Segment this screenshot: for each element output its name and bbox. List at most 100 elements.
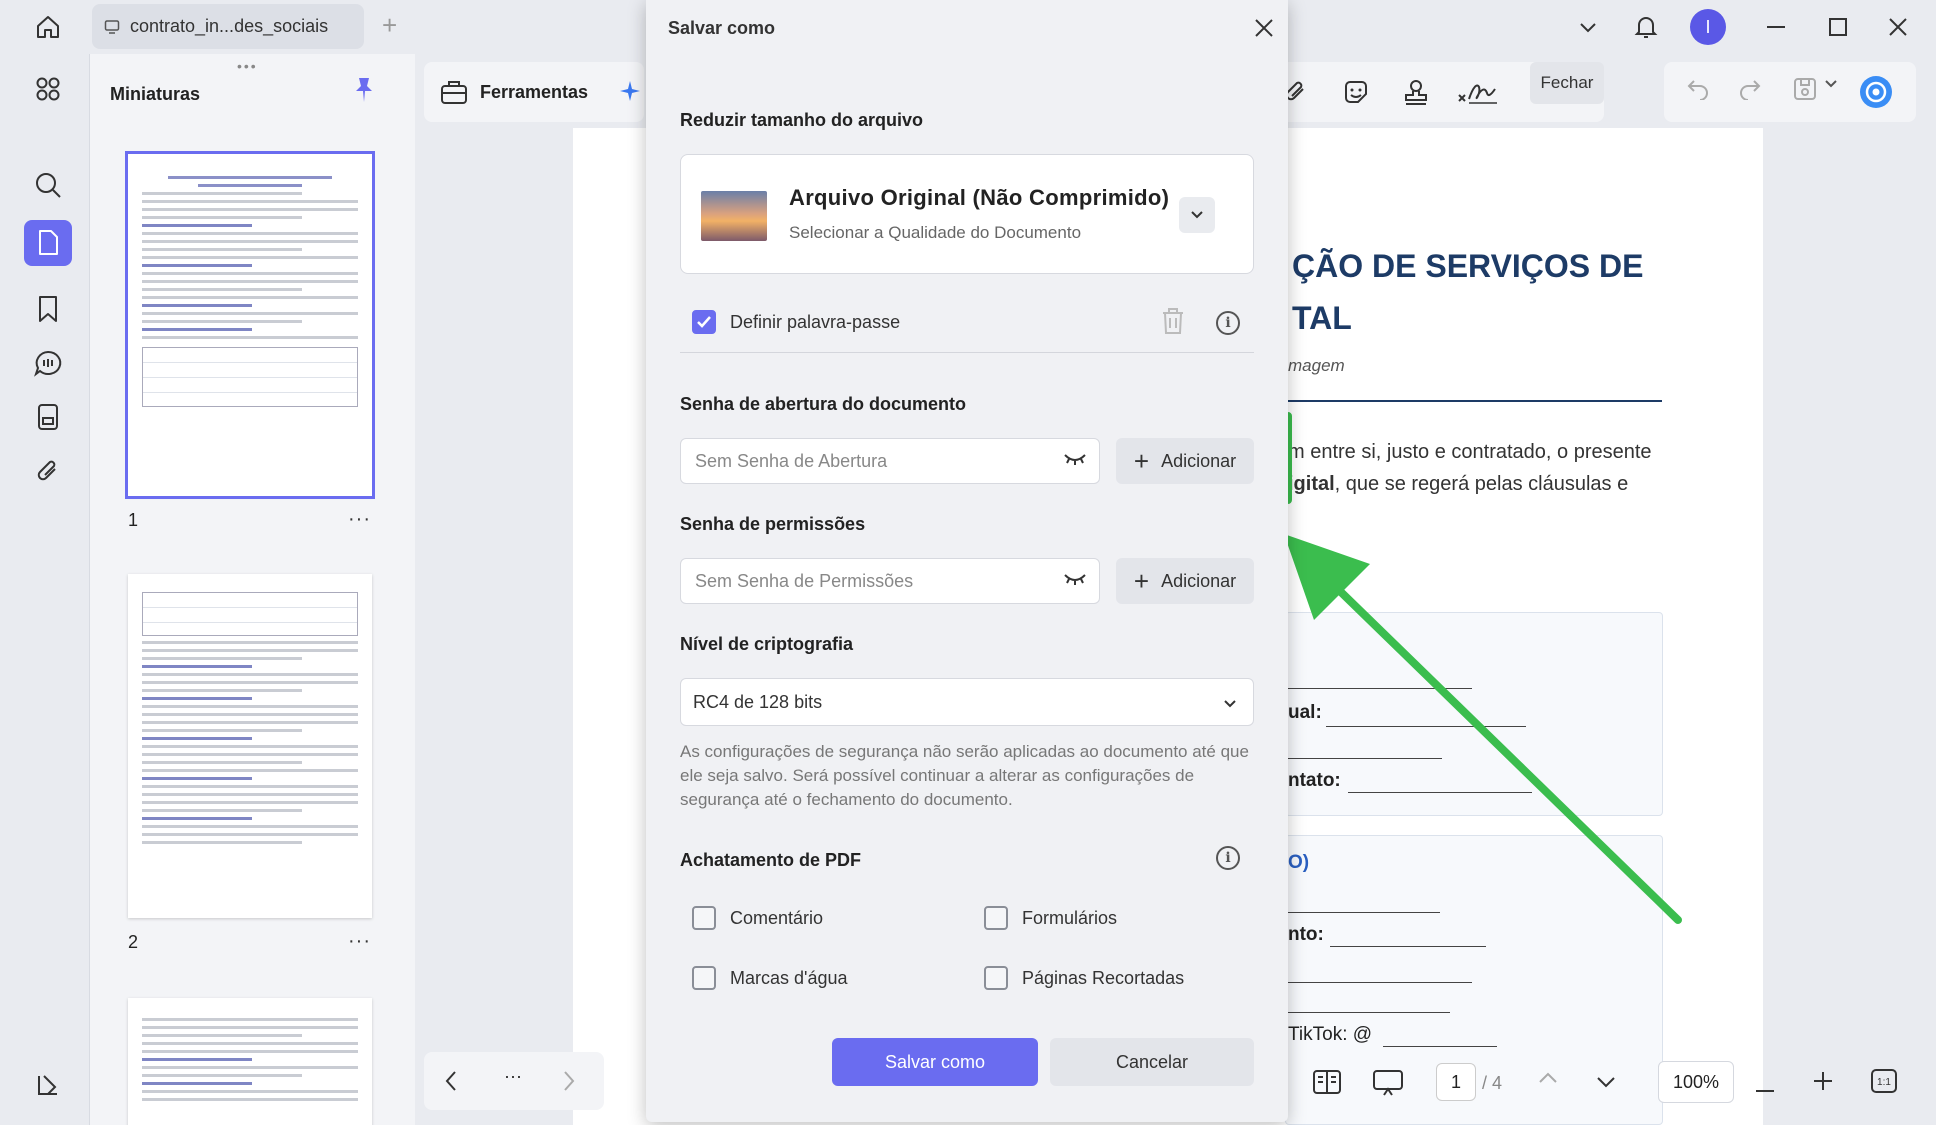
more-options-button[interactable]: ··· [348,930,371,953]
quality-thumbnail [701,191,767,241]
zoom-in-icon[interactable] [1812,1070,1834,1097]
trash-icon[interactable] [1160,306,1186,341]
checkbox-icon[interactable] [692,966,716,990]
page-thumbnail[interactable] [125,151,375,499]
thumbnails-panel: ••• Miniaturas 1 ··· 2 ··· [90,54,415,1125]
cancel-button[interactable]: Cancelar [1050,1038,1254,1086]
page-thumbnail[interactable] [128,574,372,918]
flatten-comment-checkbox[interactable]: Comentário [692,906,823,930]
minimize-icon[interactable] [1754,8,1798,46]
ai-sparkle-icon[interactable] [618,79,644,105]
document-tab[interactable]: contrato_in...des_sociais [92,4,364,49]
quality-selector[interactable]: Arquivo Original (Não Comprimido) Seleci… [680,154,1254,274]
sticker-icon[interactable] [1340,76,1372,108]
home-icon[interactable] [30,10,66,44]
thumbnails-icon[interactable] [24,220,72,266]
toolbox-icon[interactable] [440,79,468,105]
svg-text:1:1: 1:1 [1877,1077,1891,1088]
chevron-left-icon[interactable] [444,1070,458,1097]
new-tab-button[interactable]: + [382,12,397,38]
permissions-password-field[interactable]: Sem Senha de Permissões [680,558,1100,604]
signature-icon[interactable] [1456,76,1500,108]
open-password-field[interactable]: Sem Senha de Abertura [680,438,1100,484]
undo-icon[interactable] [1686,76,1710,105]
checkbox-checked-icon[interactable] [692,310,716,334]
add-label: Adicionar [1161,570,1237,591]
comment-icon[interactable] [24,340,72,386]
chevron-right-icon[interactable] [562,1070,576,1097]
plus-icon: + [1133,566,1150,596]
save-icon[interactable] [1792,76,1818,107]
page-thumbnail[interactable] [128,998,372,1125]
permissions-password-title: Senha de permissões [680,514,866,534]
flatten-watermarks-checkbox[interactable]: Marcas d'água [692,966,848,990]
form-icon[interactable] [24,394,72,440]
blank-line [1288,1012,1450,1013]
flatten-forms-checkbox[interactable]: Formulários [984,906,1117,930]
eye-closed-icon[interactable] [1063,451,1087,472]
blank-line [1288,982,1472,983]
eye-closed-icon[interactable] [1063,571,1087,592]
flatten-title: Achatamento de PDF [680,850,862,870]
flatten-option-label: Marcas d'água [730,967,848,988]
checkbox-icon[interactable] [984,906,1008,930]
set-password-checkbox[interactable]: Definir palavra-passe [692,310,900,334]
stamp-icon[interactable] [1400,76,1432,108]
presentation-icon[interactable] [1372,1068,1404,1103]
more-options-button[interactable]: ··· [348,508,371,531]
apps-grid-icon[interactable] [24,66,72,112]
close-document-button[interactable]: Fechar [1530,62,1604,104]
encryption-select[interactable]: RC4 de 128 bits [680,678,1254,726]
add-open-password-button[interactable]: + Adicionar [1116,438,1254,484]
document-subtitle: magem [1288,356,1345,375]
drag-handle[interactable]: ••• [237,58,258,74]
bell-icon[interactable] [1624,8,1668,46]
dual-page-icon[interactable] [1312,1068,1342,1101]
tools-toolbar: Ferramentas [424,62,644,122]
more-icon[interactable]: ··· [504,1066,522,1087]
chevron-down-icon[interactable] [1824,76,1844,94]
flatten-cropped-pages-checkbox[interactable]: Páginas Recortadas [984,966,1184,990]
checkbox-icon[interactable] [692,906,716,930]
search-icon[interactable] [24,162,72,208]
quality-subtitle: Selecionar a Qualidade do Documento [789,223,1082,242]
info-icon[interactable]: i [1216,846,1240,870]
window-close-icon[interactable] [1876,8,1920,46]
blank-line [1383,1046,1497,1047]
info-icon[interactable]: i [1216,311,1240,335]
encryption-value: RC4 de 128 bits [693,691,823,712]
plus-icon: + [1133,446,1150,476]
document-heading: ÇÃO DE SERVIÇOS DE TAL [1292,248,1644,336]
open-password-placeholder: Sem Senha de Abertura [695,450,888,471]
encryption-title: Nível de criptografia [680,634,854,654]
zoom-level[interactable]: 100% [1658,1061,1734,1103]
checkbox-icon[interactable] [984,966,1008,990]
ai-assistant-icon[interactable] [1858,74,1894,110]
attachment-icon[interactable] [24,448,72,494]
actual-size-icon[interactable]: 1:1 [1870,1068,1898,1099]
history-toolbar [1664,62,1916,122]
pin-icon[interactable] [352,76,376,109]
page-navigation: ··· [424,1052,604,1110]
add-permissions-password-button[interactable]: + Adicionar [1116,558,1254,604]
permissions-password-placeholder: Sem Senha de Permissões [695,570,914,591]
zoom-out-icon[interactable] [1754,1080,1776,1098]
redo-icon[interactable] [1738,76,1762,105]
page-number-input[interactable]: 1 [1436,1063,1476,1101]
close-icon[interactable] [1250,14,1278,42]
save-as-dialog: Salvar como Reduzir tamanho do arquivo A… [646,0,1288,1122]
set-password-label: Definir palavra-passe [730,311,901,332]
reduce-size-title: Reduzir tamanho do arquivo [680,110,924,130]
save-as-button[interactable]: Salvar como [832,1038,1038,1086]
tools-label[interactable]: Ferramentas [480,82,588,103]
chevron-down-icon[interactable] [1566,8,1610,46]
layers-icon[interactable] [24,1062,72,1108]
form-field-label: TikTok: @ [1288,1024,1373,1045]
avatar[interactable]: I [1690,9,1726,45]
chevron-down-icon[interactable] [1596,1076,1616,1095]
maximize-icon[interactable] [1816,8,1860,46]
chevron-up-icon[interactable] [1538,1070,1558,1089]
page-number: 1 [128,510,139,530]
quality-dropdown-button[interactable] [1179,197,1215,233]
bookmark-icon[interactable] [24,286,72,332]
